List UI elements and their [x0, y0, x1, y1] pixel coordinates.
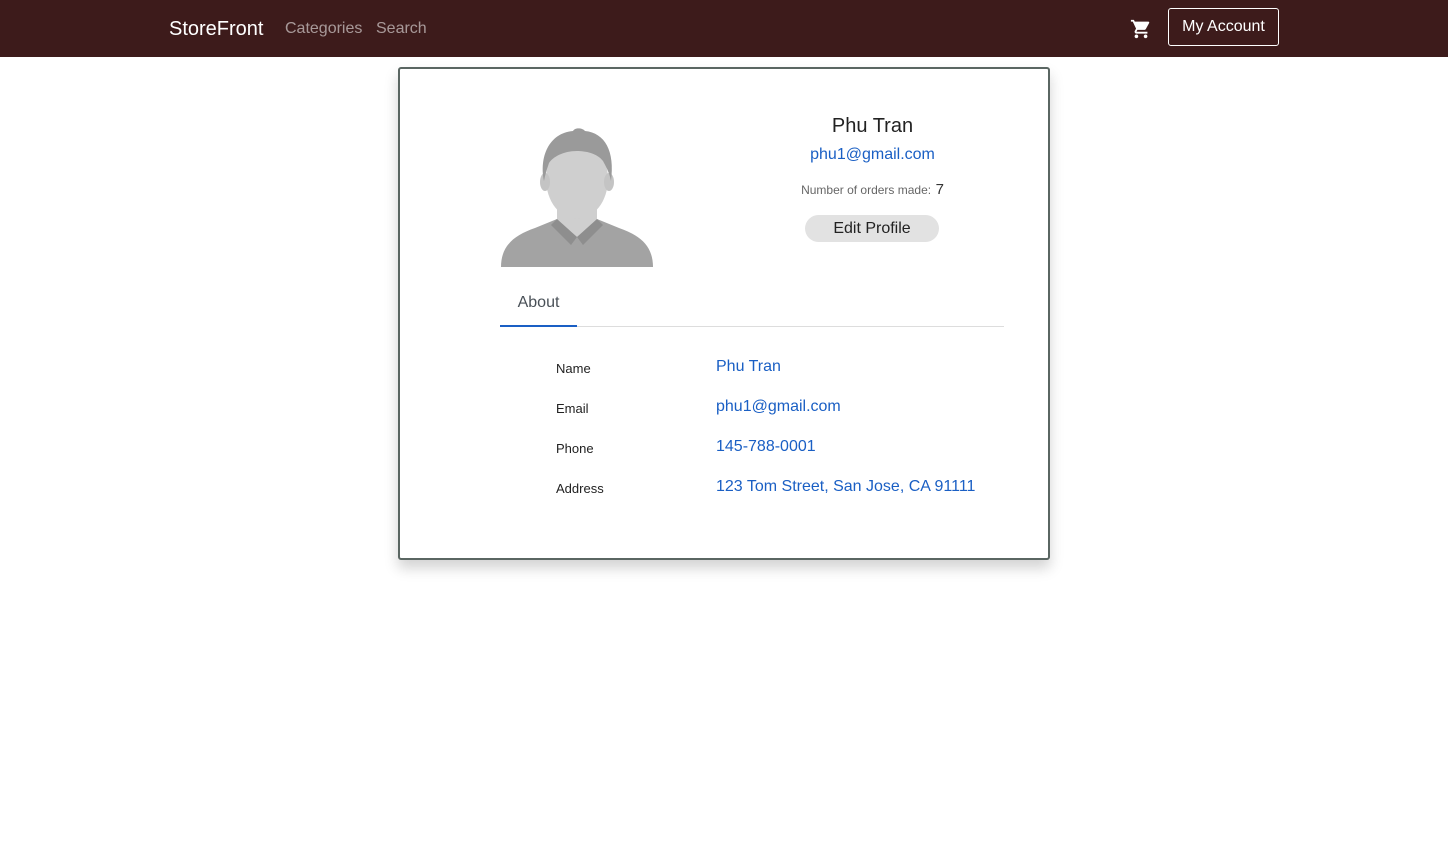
- profile-name-heading: Phu Tran: [831, 115, 914, 137]
- about-row-address: Address 123 Tom Street, San Jose, CA 911…: [556, 477, 1026, 501]
- tab-about[interactable]: About: [500, 288, 577, 327]
- about-label-email: Email: [556, 401, 589, 416]
- about-label-phone: Phone: [556, 441, 594, 456]
- profile-card: Phu Tran phu1@gmail.com Number of orders…: [398, 67, 1050, 560]
- about-value-email: phu1@gmail.com: [716, 398, 841, 415]
- user-avatar-icon: [501, 127, 653, 267]
- edit-profile-button[interactable]: Edit Profile: [805, 215, 939, 242]
- brand-logo-link[interactable]: StoreFront: [169, 17, 263, 41]
- shopping-cart-icon[interactable]: [1130, 18, 1152, 40]
- nav-link-categories[interactable]: Categories: [285, 19, 362, 39]
- about-row-email: Email phu1@gmail.com: [556, 397, 1026, 421]
- about-value-address: 123 Tom Street, San Jose, CA 91111: [716, 478, 976, 495]
- about-label-name: Name: [556, 361, 591, 376]
- about-value-phone: 145-788-0001: [716, 438, 816, 455]
- profile-email-link[interactable]: phu1@gmail.com: [770, 145, 975, 165]
- my-account-button[interactable]: My Account: [1168, 8, 1279, 46]
- nav-link-search[interactable]: Search: [376, 19, 427, 39]
- about-row-phone: Phone 145-788-0001: [556, 437, 1026, 461]
- top-navbar: StoreFront Categories Search My Account: [0, 0, 1448, 57]
- about-label-address: Address: [556, 481, 604, 496]
- orders-count-value: 7: [935, 181, 944, 198]
- about-row-name: Name Phu Tran: [556, 357, 1026, 381]
- orders-count-line: Number of orders made: 7: [770, 180, 975, 200]
- about-value-name: Phu Tran: [716, 358, 781, 375]
- profile-tabs: About: [500, 288, 1004, 327]
- orders-count-label: Number of orders made:: [801, 183, 932, 197]
